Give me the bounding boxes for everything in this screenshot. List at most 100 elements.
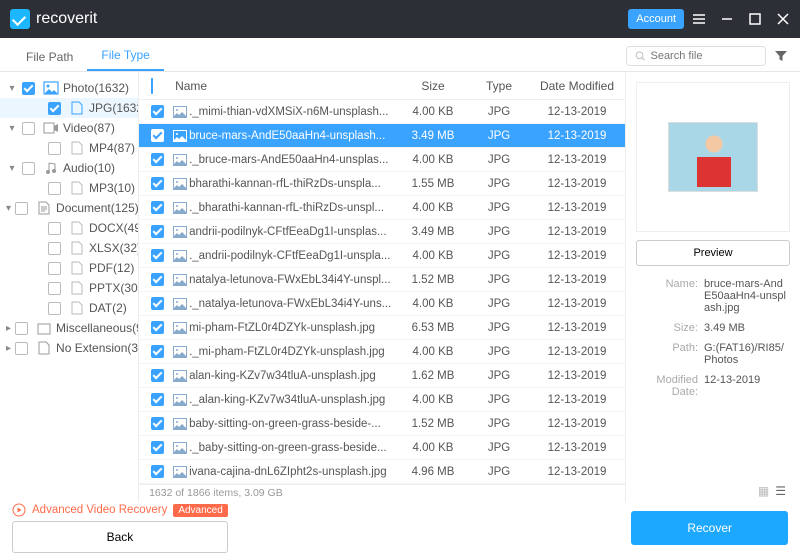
row-checkbox[interactable] (151, 465, 164, 478)
minimize-icon[interactable] (720, 12, 734, 26)
tree-audio-mp3[interactable]: MP3(10) (0, 178, 138, 198)
file-icon (69, 281, 85, 295)
table-row[interactable]: mi-pham-FtZL0r4DZYk-unsplash.jpg6.53 MBJ… (139, 316, 625, 340)
table-row[interactable]: ._natalya-letunova-FWxEbL34i4Y-uns...4.0… (139, 292, 625, 316)
image-file-icon (171, 178, 189, 190)
tree-doc-dat[interactable]: DAT(2) (0, 298, 138, 318)
tree-label: DOCX(49) (89, 221, 139, 235)
thumbnail (636, 82, 790, 232)
tree-photo-jpg[interactable]: JPG(1632) (0, 98, 138, 118)
tree-label: Photo(1632) (63, 81, 129, 95)
table-row[interactable]: ._bharathi-kannan-rfL-thiRzDs-unspl...4.… (139, 196, 625, 220)
table-row[interactable]: baby-sitting-on-green-grass-beside-...1.… (139, 412, 625, 436)
row-checkbox[interactable] (151, 249, 164, 262)
table-row[interactable]: andrii-podilnyk-CFtfEeaDg1I-unsplas...3.… (139, 220, 625, 244)
table-row[interactable]: ivana-cajina-dnL6ZIpht2s-unsplash.jpg4.9… (139, 460, 625, 484)
image-file-icon (171, 394, 189, 406)
select-all-checkbox[interactable] (151, 78, 153, 94)
table-row[interactable]: bruce-mars-AndE50aaHn4-unsplash...3.49 M… (139, 124, 625, 148)
tree-misc[interactable]: ▸Miscellaneous(9) (0, 318, 138, 338)
file-icon (69, 241, 85, 255)
row-size: 1.52 MB (397, 274, 469, 286)
row-checkbox[interactable] (151, 225, 164, 238)
video-recovery-icon (12, 503, 26, 517)
row-name: alan-king-KZv7w34tluA-unsplash.jpg (189, 370, 397, 382)
row-checkbox[interactable] (151, 177, 164, 190)
row-checkbox[interactable] (151, 441, 164, 454)
table-row[interactable]: ._andrii-podilnyk-CFtfEeaDg1I-unspla...4… (139, 244, 625, 268)
tree-doc-pdf[interactable]: PDF(12) (0, 258, 138, 278)
photo-icon (43, 81, 59, 95)
col-size[interactable]: Size (397, 79, 469, 93)
table-row[interactable]: bharathi-kannan-rfL-thiRzDs-unspla...1.5… (139, 172, 625, 196)
table-row[interactable]: ._mi-pham-FtZL0r4DZYk-unsplash.jpg4.00 K… (139, 340, 625, 364)
row-checkbox[interactable] (151, 321, 164, 334)
row-checkbox[interactable] (151, 153, 164, 166)
col-type[interactable]: Type (469, 79, 529, 93)
menu-icon[interactable] (692, 12, 706, 26)
maximize-icon[interactable] (748, 12, 762, 26)
row-date: 12-13-2019 (529, 154, 625, 166)
tree-label: DAT(2) (89, 301, 127, 315)
tree-label: Video(87) (63, 121, 115, 135)
preview-button[interactable]: Preview (636, 240, 790, 266)
tree-doc-docx[interactable]: DOCX(49) (0, 218, 138, 238)
close-icon[interactable] (776, 12, 790, 26)
table-row[interactable]: natalya-letunova-FWxEbL34i4Y-unspl...1.5… (139, 268, 625, 292)
row-checkbox[interactable] (151, 369, 164, 382)
subtabs: File Path File Type (0, 38, 800, 72)
image-file-icon (171, 370, 189, 382)
row-checkbox[interactable] (151, 297, 164, 310)
row-checkbox[interactable] (151, 201, 164, 214)
row-name: ._bharathi-kannan-rfL-thiRzDs-unspl... (189, 202, 397, 214)
table-row[interactable]: ._baby-sitting-on-green-grass-beside...4… (139, 436, 625, 460)
row-checkbox[interactable] (151, 393, 164, 406)
tree-document[interactable]: ▾Document(125) (0, 198, 138, 218)
meta-key-size: Size: (636, 322, 698, 334)
col-date[interactable]: Date Modified (529, 79, 625, 93)
list-view-icon[interactable]: ☰ (775, 484, 786, 498)
row-checkbox[interactable] (151, 273, 164, 286)
row-type: JPG (469, 274, 529, 286)
row-checkbox[interactable] (151, 417, 164, 430)
tree-audio[interactable]: ▾Audio(10) (0, 158, 138, 178)
row-name: natalya-letunova-FWxEbL34i4Y-unspl... (189, 274, 397, 286)
account-button[interactable]: Account (628, 9, 684, 29)
col-name[interactable]: Name (171, 79, 397, 93)
row-type: JPG (469, 250, 529, 262)
row-size: 4.00 KB (397, 298, 469, 310)
file-icon (69, 101, 85, 115)
search-input[interactable] (650, 50, 757, 62)
file-icon (69, 301, 85, 315)
row-checkbox[interactable] (151, 105, 164, 118)
row-date: 12-13-2019 (529, 106, 625, 118)
row-type: JPG (469, 154, 529, 166)
tree-video[interactable]: ▾Video(87) (0, 118, 138, 138)
tree-photo[interactable]: ▾Photo(1632) (0, 78, 138, 98)
back-button[interactable]: Back (12, 521, 228, 553)
row-checkbox[interactable] (151, 345, 164, 358)
row-type: JPG (469, 298, 529, 310)
recover-button[interactable]: Recover (631, 511, 788, 545)
advanced-video-recovery-link[interactable]: Advanced Video Recovery Advanced (12, 503, 228, 517)
tree-label: MP4(87) (89, 141, 135, 155)
row-checkbox[interactable] (151, 129, 164, 142)
row-name: andrii-podilnyk-CFtfEeaDg1I-unsplas... (189, 226, 397, 238)
tree-doc-pptx[interactable]: PPTX(30) (0, 278, 138, 298)
grid-view-icon[interactable]: ▦ (758, 484, 769, 498)
table-row[interactable]: ._mimi-thian-vdXMSiX-n6M-unsplash...4.00… (139, 100, 625, 124)
table-row[interactable]: ._alan-king-KZv7w34tluA-unsplash.jpg4.00… (139, 388, 625, 412)
tree-noext[interactable]: ▸No Extension(3) (0, 338, 138, 358)
search-box[interactable] (626, 46, 766, 66)
table-header: Name Size Type Date Modified (139, 72, 625, 100)
tab-file-path[interactable]: File Path (12, 42, 87, 71)
table-row[interactable]: alan-king-KZv7w34tluA-unsplash.jpg1.62 M… (139, 364, 625, 388)
row-date: 12-13-2019 (529, 418, 625, 430)
tree-label: XLSX(32) (89, 241, 139, 255)
tree-doc-xlsx[interactable]: XLSX(32) (0, 238, 138, 258)
tab-file-type[interactable]: File Type (87, 40, 163, 71)
file-icon (69, 261, 85, 275)
filter-icon[interactable] (774, 49, 788, 63)
tree-video-mp4[interactable]: MP4(87) (0, 138, 138, 158)
table-row[interactable]: ._bruce-mars-AndE50aaHn4-unsplas...4.00 … (139, 148, 625, 172)
